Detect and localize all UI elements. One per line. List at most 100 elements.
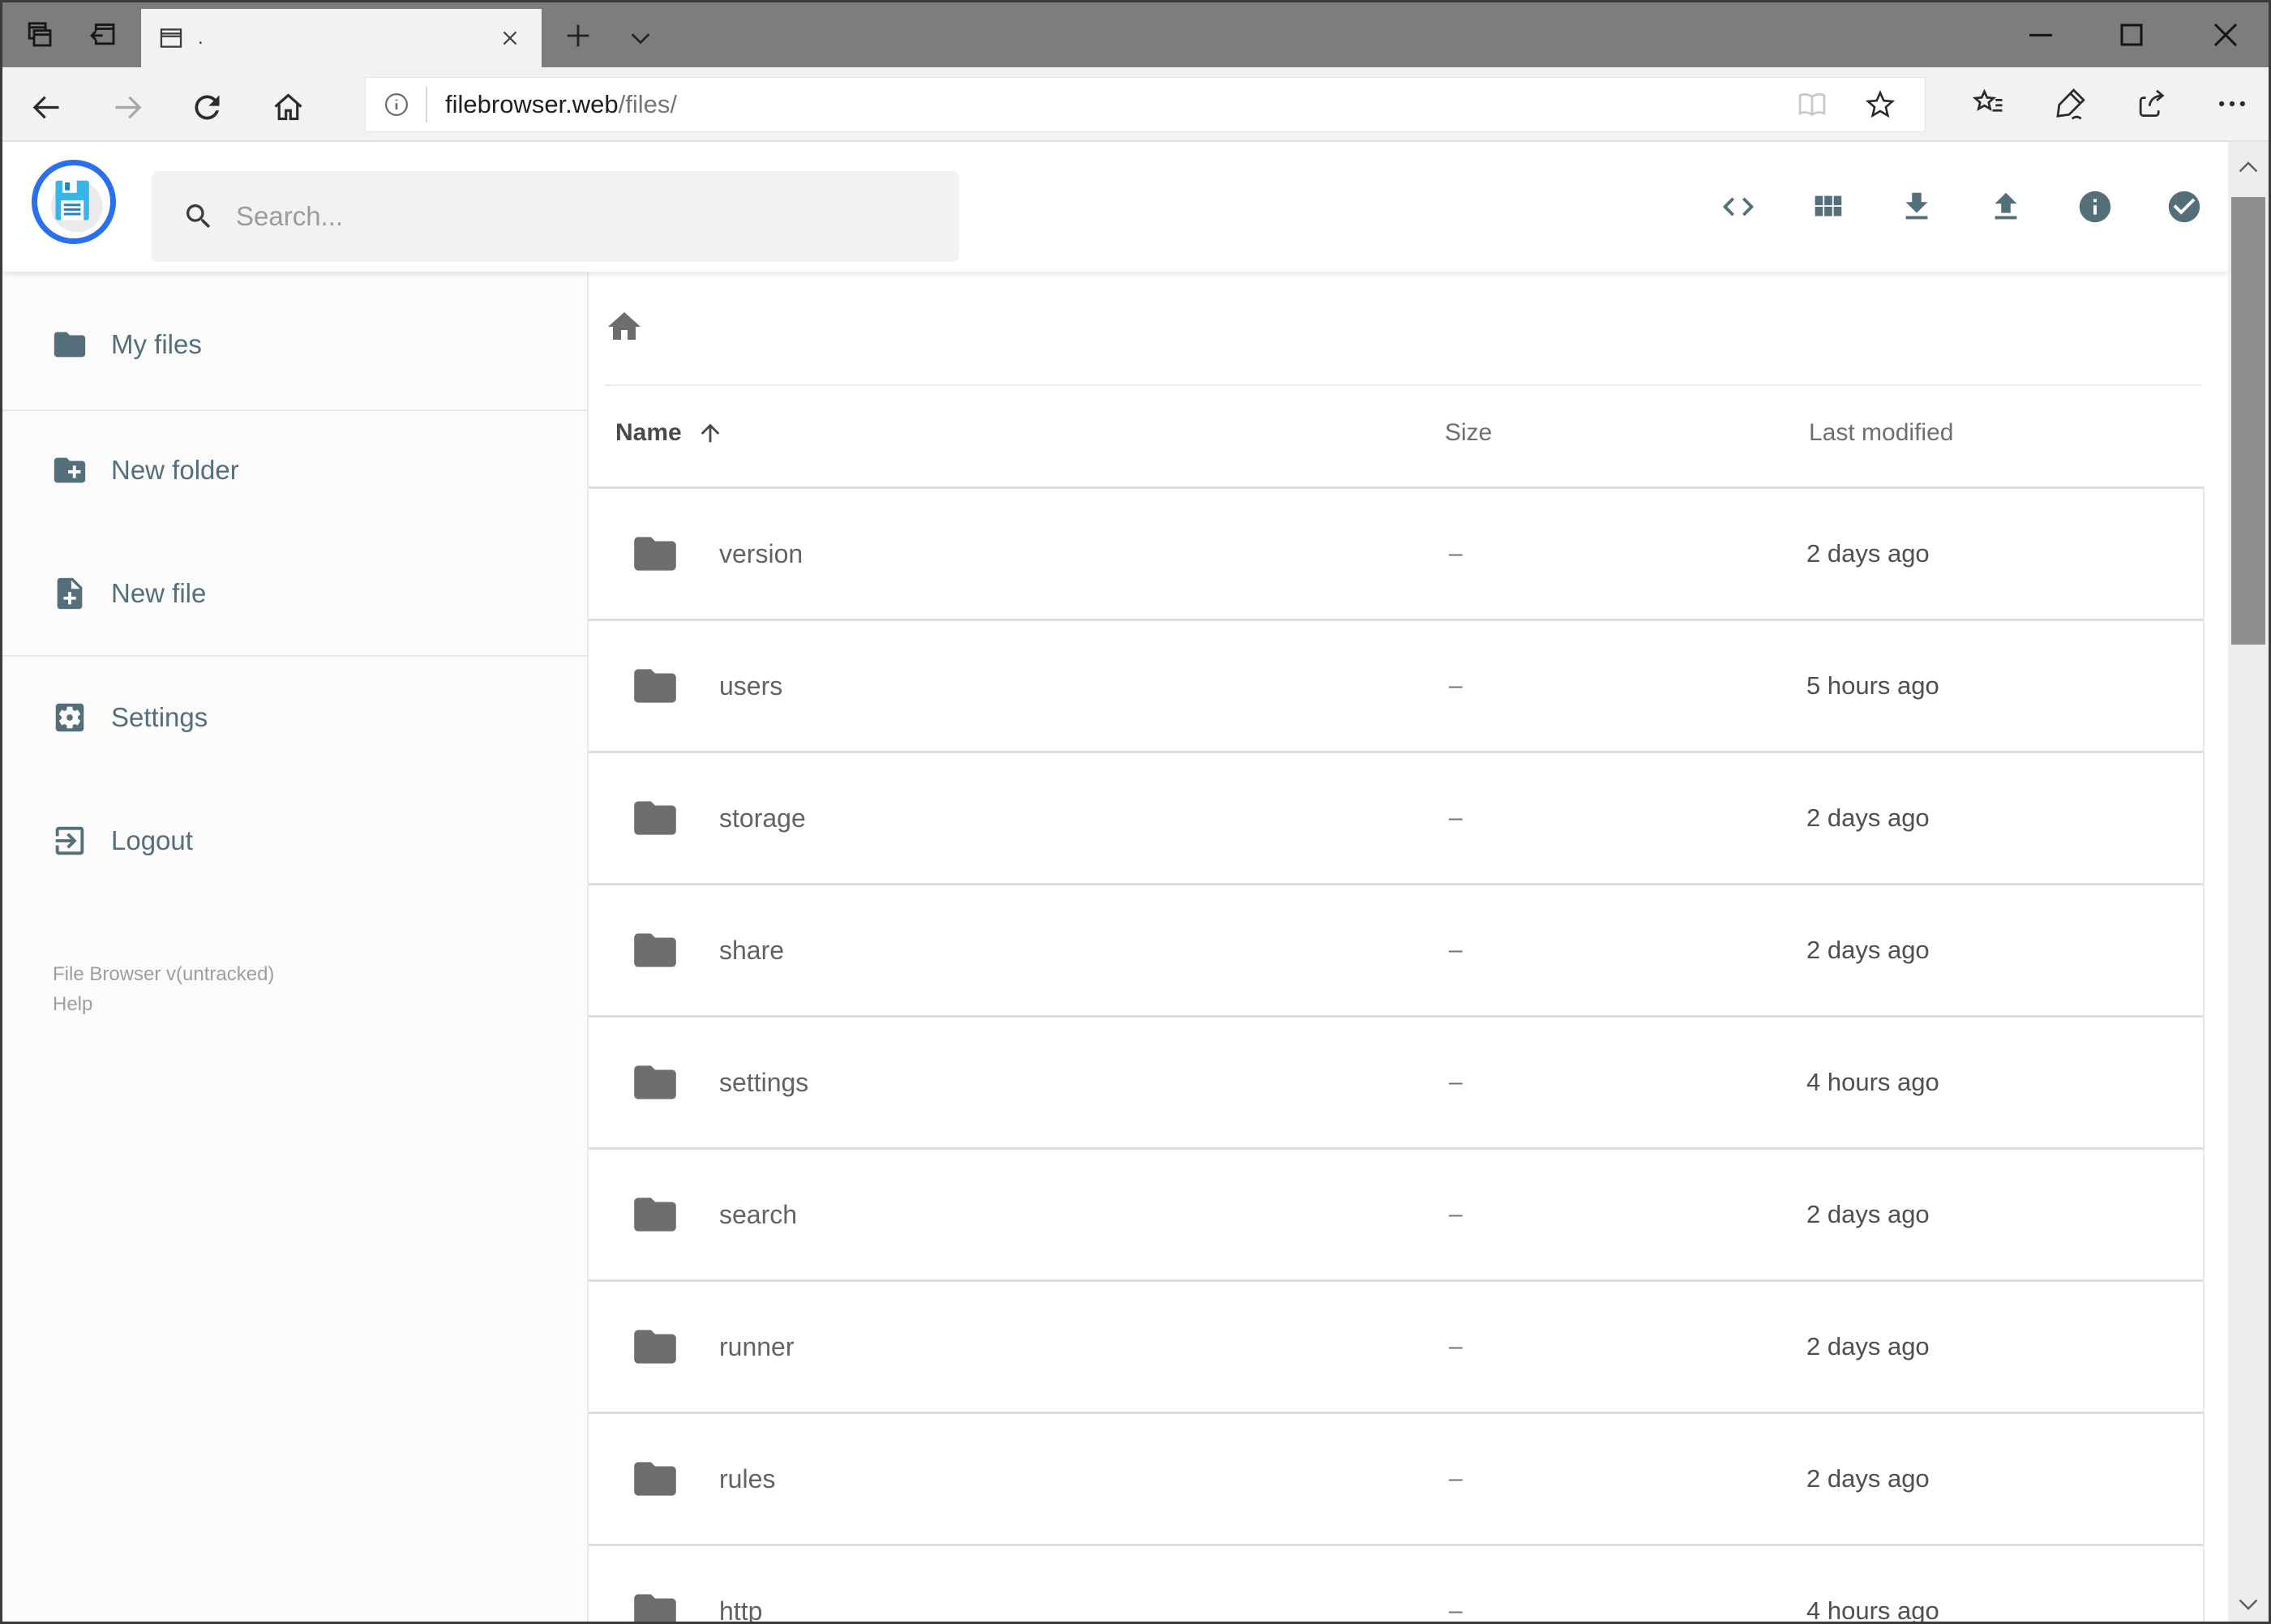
scrollbar-thumb[interactable] <box>2231 197 2265 645</box>
sort-ascending-icon <box>696 419 724 447</box>
page-icon <box>157 24 185 52</box>
file-row[interactable]: storage – 2 days ago <box>589 753 2203 885</box>
sidebar-item-new-folder[interactable]: New folder <box>2 438 587 503</box>
folder-icon <box>630 1057 680 1108</box>
sidebar-item-label: Logout <box>111 825 193 855</box>
file-name: version <box>719 538 803 568</box>
settings-icon <box>51 699 88 736</box>
file-browser-page: My files New folder New file Settings <box>2 142 2269 1624</box>
browser-toolbar: filebrowser.web/files/ <box>2 67 2269 142</box>
file-size: – <box>1449 1069 1463 1095</box>
column-header-size[interactable]: Size <box>1445 408 1492 458</box>
file-modified: 4 hours ago <box>1806 1068 1939 1096</box>
file-listing-area: Name Size Last modified version – 2 days… <box>589 272 2269 1624</box>
close-tab-icon[interactable] <box>498 26 522 50</box>
favorite-star-icon[interactable] <box>1863 88 1897 122</box>
grid-view-icon[interactable] <box>1809 188 1846 225</box>
logout-icon <box>51 822 88 859</box>
help-link[interactable]: Help <box>53 989 274 1019</box>
download-icon[interactable] <box>1898 188 1935 225</box>
url-bar[interactable]: filebrowser.web/files/ <box>365 77 1926 132</box>
page-scrollbar[interactable] <box>2228 142 2269 1622</box>
header-actions <box>1720 142 2203 272</box>
file-row[interactable]: share – 2 days ago <box>589 885 2203 1018</box>
search-input[interactable] <box>234 200 886 233</box>
file-size: – <box>1449 1333 1463 1360</box>
home-icon[interactable] <box>270 89 306 126</box>
sidebar-item-label: New folder <box>111 455 239 485</box>
file-size: – <box>1449 672 1463 699</box>
file-modified: 2 days ago <box>1806 539 1930 568</box>
code-icon[interactable] <box>1720 188 1757 225</box>
folder-icon <box>630 1454 680 1504</box>
version-link[interactable]: File Browser v(untracked) <box>53 959 274 989</box>
site-info-icon[interactable] <box>382 90 411 119</box>
browser-titlebar: . <box>2 2 2269 67</box>
sidebar-item-settings[interactable]: Settings <box>2 685 587 750</box>
back-icon[interactable] <box>28 89 65 126</box>
file-size: – <box>1449 1465 1463 1492</box>
column-header-modified[interactable]: Last modified <box>1809 408 1953 458</box>
breadcrumb-home-icon[interactable] <box>605 307 644 346</box>
file-size: – <box>1449 804 1463 831</box>
search-icon <box>182 200 215 233</box>
hub-icon[interactable] <box>1971 86 2007 122</box>
browser-window: . filebrowser.web/files/ Search... My fi… <box>0 0 2271 1624</box>
select-check-icon[interactable] <box>2166 188 2203 225</box>
sidebar-divider <box>2 655 587 657</box>
tab-dropdown-icon[interactable] <box>625 23 656 54</box>
folder-icon <box>630 1189 680 1240</box>
file-row[interactable]: search – 2 days ago <box>589 1150 2203 1282</box>
share-icon[interactable] <box>2133 86 2169 122</box>
file-modified: 5 hours ago <box>1806 671 1939 700</box>
file-row[interactable]: version – 2 days ago <box>589 489 2203 621</box>
file-size: – <box>1449 1201 1463 1228</box>
urlbar-divider <box>426 87 427 122</box>
file-list: version – 2 days ago users – 5 hours ago… <box>589 486 2205 1624</box>
sidebar-item-logout[interactable]: Logout <box>2 808 587 873</box>
file-modified: 2 days ago <box>1806 803 1930 832</box>
set-tabs-aside-icon[interactable] <box>85 19 118 51</box>
sidebar-item-my-files[interactable]: My files <box>2 312 587 377</box>
folder-icon <box>630 925 680 975</box>
file-modified: 4 hours ago <box>1806 1596 1939 1624</box>
file-name: settings <box>719 1067 809 1097</box>
upload-icon[interactable] <box>1987 188 2025 225</box>
scroll-up-icon[interactable] <box>2234 153 2263 182</box>
sidebar-item-new-file[interactable]: New file <box>2 561 587 626</box>
file-row[interactable]: users – 5 hours ago <box>589 621 2203 753</box>
tab-preview-icon[interactable] <box>22 19 54 51</box>
new-file-icon <box>51 575 88 612</box>
refresh-icon[interactable] <box>189 89 225 126</box>
file-row[interactable]: runner – 2 days ago <box>589 1282 2203 1414</box>
file-row[interactable]: rules – 2 days ago <box>589 1414 2203 1546</box>
close-window-icon[interactable] <box>2206 15 2245 54</box>
sidebar: My files New folder New file Settings Lo… <box>2 272 589 1622</box>
filebrowser-logo-icon[interactable] <box>32 160 116 244</box>
file-size: – <box>1449 1597 1463 1624</box>
ellipsis-icon[interactable] <box>2214 86 2250 122</box>
browser-tab[interactable]: . <box>141 9 542 67</box>
file-name: search <box>719 1199 798 1229</box>
folder-icon <box>630 1322 680 1372</box>
folder-icon <box>630 1586 680 1622</box>
new-folder-icon <box>51 452 88 489</box>
file-row[interactable]: http – 4 hours ago <box>589 1546 2203 1624</box>
sidebar-item-label: My files <box>111 329 202 359</box>
annotate-pen-icon[interactable] <box>2052 86 2088 122</box>
reading-view-icon[interactable] <box>1795 88 1829 122</box>
file-modified: 2 days ago <box>1806 1464 1930 1493</box>
forward-icon[interactable] <box>109 89 146 126</box>
column-header-name[interactable]: Name <box>615 408 724 458</box>
maximize-icon[interactable] <box>2112 15 2151 54</box>
minimize-icon[interactable] <box>2021 15 2060 54</box>
search-box[interactable] <box>152 171 959 262</box>
file-name: http <box>719 1596 763 1624</box>
new-tab-icon[interactable] <box>562 19 594 52</box>
file-modified: 2 days ago <box>1806 1332 1930 1360</box>
info-circle-icon[interactable] <box>2076 188 2114 225</box>
file-row[interactable]: settings – 4 hours ago <box>589 1018 2203 1150</box>
file-name: share <box>719 935 785 965</box>
file-modified: 2 days ago <box>1806 1200 1930 1228</box>
scroll-down-icon[interactable] <box>2234 1589 2263 1618</box>
